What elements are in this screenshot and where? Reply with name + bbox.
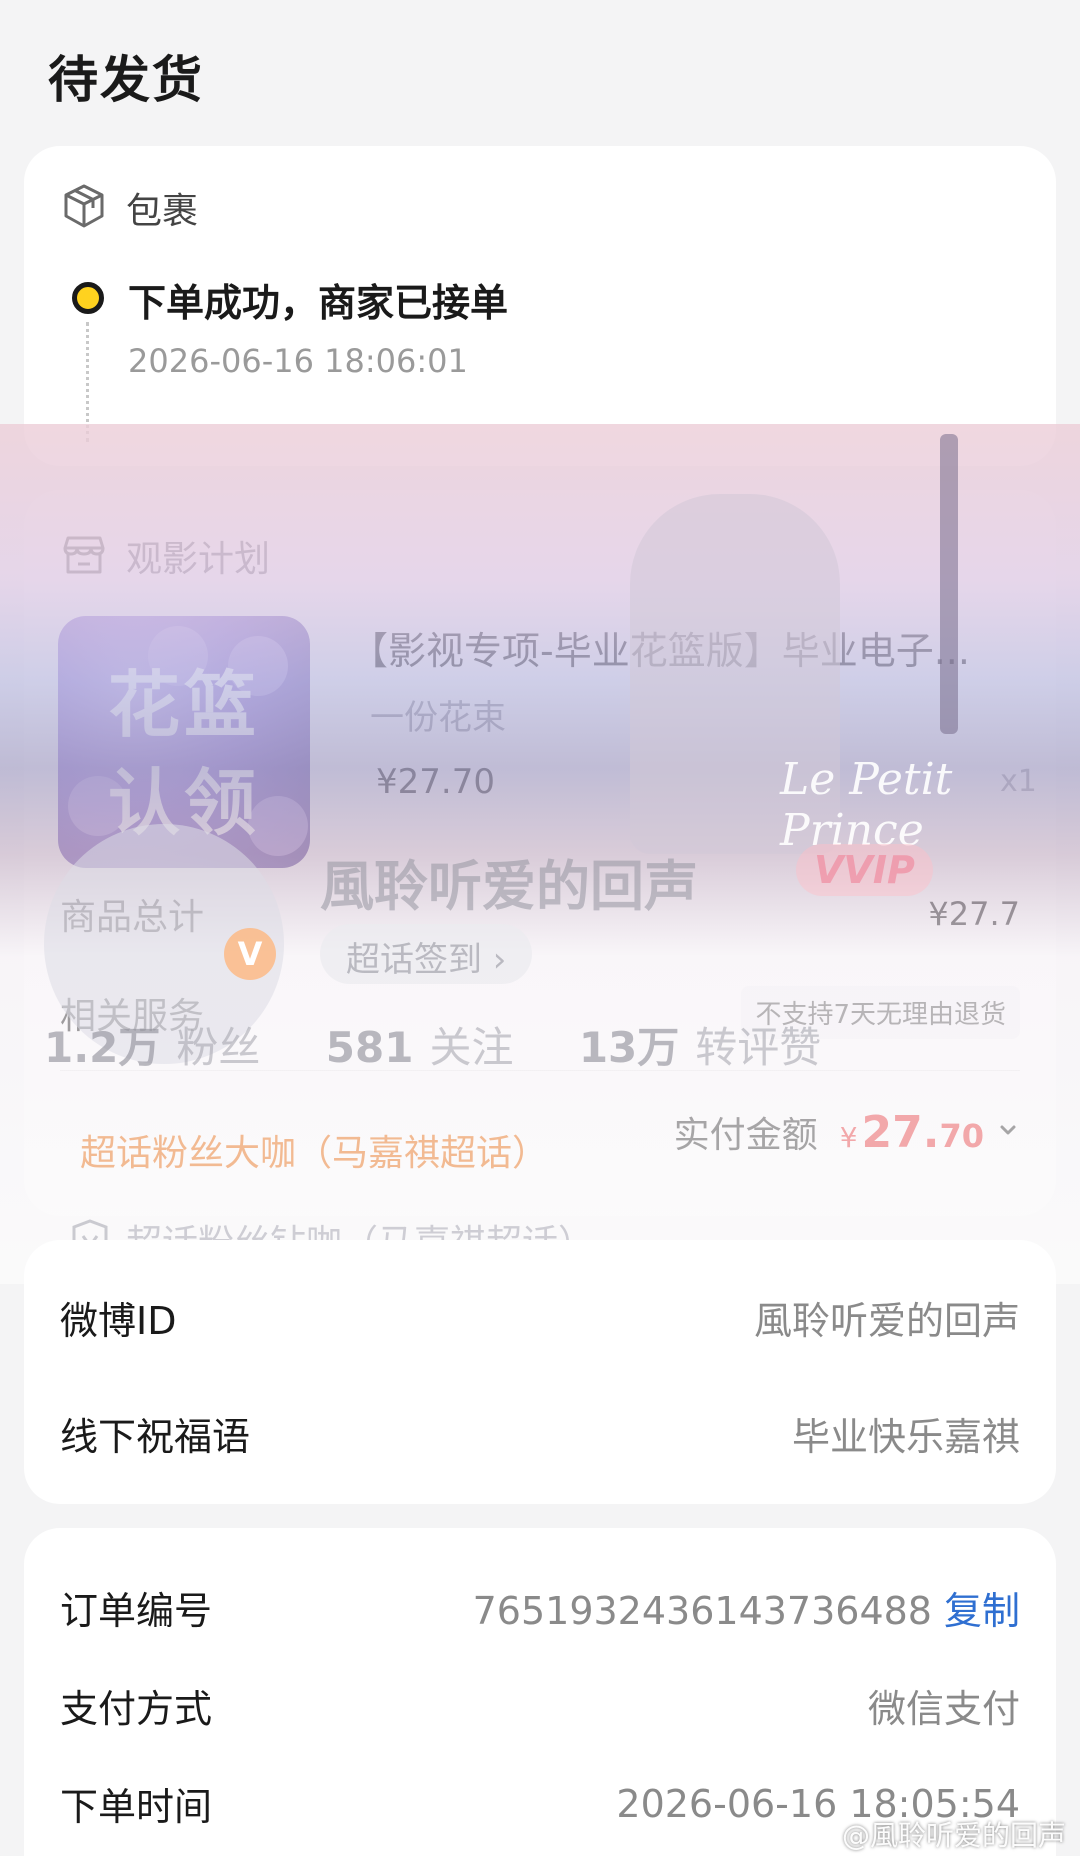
package-card: 包裹 下单成功，商家已接单 2026-06-16 18:06:01 bbox=[24, 146, 1056, 466]
product-price: ¥27.70 bbox=[376, 762, 495, 802]
product-title[interactable]: 【影视专项-毕业花篮版】毕业电子... bbox=[350, 620, 1030, 675]
package-box-icon bbox=[60, 182, 108, 234]
watermark: @風聆听爱的回声 bbox=[841, 1819, 1066, 1852]
order-status-time: 2026-06-16 18:06:01 bbox=[128, 342, 468, 380]
paid-amount-row[interactable]: 实付金额 ¥ 27. 70 bbox=[674, 1106, 1020, 1158]
order-status-text: 下单成功，商家已接单 bbox=[128, 281, 509, 325]
divider bbox=[60, 1070, 1020, 1071]
package-header-label: 包裹 bbox=[126, 191, 199, 232]
goods-total-row: 商品总计 ¥27.7 bbox=[60, 888, 1020, 940]
service-badge: 不支持7天无理由退货 bbox=[741, 986, 1020, 1039]
order-time-label: 下单时间 bbox=[60, 1785, 213, 1829]
payment-method-value: 微信支付 bbox=[867, 1687, 1020, 1731]
payment-method-row: 支付方式 微信支付 bbox=[60, 1678, 1020, 1733]
weibo-id-row: 微博ID 風聆听爱的回声 bbox=[60, 1290, 1020, 1345]
paid-currency: ¥ bbox=[839, 1121, 858, 1154]
paid-amount-integer: 27. bbox=[861, 1107, 940, 1158]
weibo-id-label: 微博ID bbox=[60, 1299, 177, 1343]
blessing-row: 线下祝福语 毕业快乐嘉祺 bbox=[60, 1406, 1020, 1461]
product-quantity: x1 bbox=[1000, 764, 1037, 799]
blessing-value: 毕业快乐嘉祺 bbox=[791, 1415, 1020, 1459]
product-sku: 一份花束 bbox=[370, 698, 506, 738]
timeline-line bbox=[86, 322, 89, 442]
blessing-label: 线下祝福语 bbox=[60, 1415, 251, 1459]
store-icon bbox=[60, 530, 108, 582]
thumbnail-text-line1: 花篮 bbox=[107, 663, 260, 747]
weibo-id-value: 風聆听爱的回声 bbox=[753, 1299, 1020, 1343]
thumbnail-text-line2: 认领 bbox=[107, 761, 260, 845]
shop-header[interactable]: 观影计划 bbox=[60, 530, 270, 582]
order-number-value: 7651932436143736488 bbox=[472, 1589, 932, 1633]
copy-button[interactable]: 复制 bbox=[944, 1589, 1020, 1633]
page-title: 待发货 bbox=[48, 51, 204, 109]
order-number-row: 订单编号 7651932436143736488 复制 bbox=[60, 1580, 1020, 1635]
service-row: 相关服务 不支持7天无理由退货 bbox=[60, 986, 1020, 1039]
product-card: 观影计划 花篮 认领 【影视专项-毕业花篮版】毕业电子... 一份花束 ¥27.… bbox=[24, 490, 1056, 1216]
chevron-down-icon[interactable] bbox=[996, 1118, 1020, 1146]
product-thumbnail[interactable]: 花篮 认领 bbox=[58, 616, 310, 868]
payment-method-label: 支付方式 bbox=[60, 1687, 213, 1731]
paid-amount-label: 实付金额 bbox=[673, 1115, 818, 1156]
order-info-card: 订单编号 7651932436143736488 复制 支付方式 微信支付 下单时… bbox=[24, 1528, 1056, 1856]
order-number-label: 订单编号 bbox=[60, 1589, 213, 1633]
goods-total-label: 商品总计 bbox=[60, 897, 205, 938]
goods-total-value: ¥27.7 bbox=[928, 895, 1020, 933]
weibo-info-card: 微博ID 風聆听爱的回声 线下祝福语 毕业快乐嘉祺 bbox=[24, 1240, 1056, 1504]
package-header: 包裹 bbox=[60, 182, 198, 234]
shop-name: 观影计划 bbox=[126, 539, 271, 580]
order-number-value-wrap: 7651932436143736488 复制 bbox=[473, 1580, 1020, 1635]
service-label: 相关服务 bbox=[60, 995, 205, 1037]
timeline-dot bbox=[72, 282, 104, 314]
paid-amount-decimal: 70 bbox=[939, 1117, 984, 1155]
